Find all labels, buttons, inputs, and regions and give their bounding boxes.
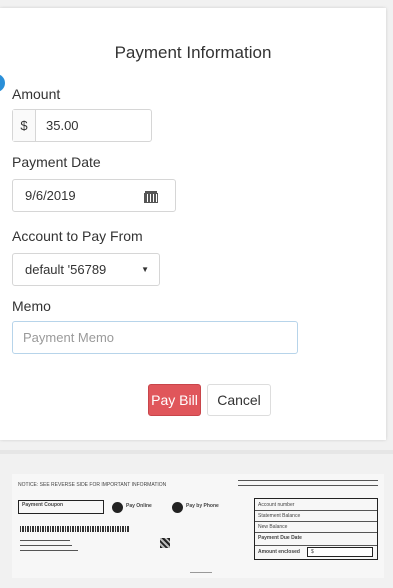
bill-image: NOTICE: SEE REVERSE SIDE FOR IMPORTANT I… <box>12 474 384 578</box>
account-select-value[interactable]: default '56789 <box>13 262 141 277</box>
summary-row-5: Amount enclosed <box>258 549 300 555</box>
payment-date-field[interactable]: 9/6/2019 <box>12 179 176 212</box>
address-line-3 <box>20 550 78 551</box>
payment-coupon-box: Payment Coupon <box>18 500 104 514</box>
address-line-1 <box>20 540 70 541</box>
pay-by-phone-text: Pay by Phone <box>186 503 219 509</box>
background-watermark <box>367 68 378 103</box>
modal-title: Payment Information <box>114 43 272 62</box>
bill-notice: NOTICE: SEE REVERSE SIDE FOR IMPORTANT I… <box>18 482 167 488</box>
payment-date-value[interactable]: 9/6/2019 <box>13 188 145 203</box>
address-line-2 <box>20 545 72 546</box>
summary-row-1: Account number <box>258 502 295 508</box>
bill-fine-print-2 <box>238 485 378 486</box>
memo-input[interactable]: Payment Memo <box>12 321 298 354</box>
currency-addon: $ <box>13 110 36 141</box>
phone-icon <box>172 502 183 513</box>
pay-online-text: Pay Online <box>126 503 152 509</box>
step-indicator <box>0 74 5 92</box>
bill-summary-table: Account number Statement Balance New Bal… <box>254 498 378 560</box>
qr-code-icon <box>160 538 170 548</box>
postal-barcode <box>20 526 130 532</box>
summary-row-3: New Balance <box>258 524 288 530</box>
account-select[interactable]: default '56789 ▼ <box>12 253 160 286</box>
payment-coupon-title: Payment Coupon <box>22 502 64 508</box>
memo-placeholder[interactable]: Payment Memo <box>13 330 114 345</box>
amount-enclosed-value: $ <box>311 549 314 555</box>
summary-row-4: Payment Due Date <box>258 535 302 541</box>
globe-icon <box>112 502 123 513</box>
amount-field[interactable]: $ 35.00 <box>12 109 152 142</box>
caret-down-icon[interactable]: ▼ <box>141 265 149 274</box>
amount-enclosed-box: $ <box>307 547 373 557</box>
amount-value[interactable]: 35.00 <box>36 118 79 133</box>
payment-modal: Payment Information Amount $ 35.00 Payme… <box>0 8 386 440</box>
calendar-icon[interactable] <box>144 190 158 203</box>
bill-footer-mark <box>190 572 212 573</box>
account-label: Account to Pay From <box>12 228 143 244</box>
summary-row-2: Statement Balance <box>258 513 301 519</box>
bill-fine-print-1 <box>238 480 378 481</box>
cancel-button[interactable]: Cancel <box>207 384 271 416</box>
amount-label: Amount <box>12 86 61 102</box>
payment-date-label: Payment Date <box>12 154 101 170</box>
pay-bill-button[interactable]: Pay Bill <box>148 384 201 416</box>
memo-label: Memo <box>12 298 51 314</box>
separator <box>0 450 393 454</box>
